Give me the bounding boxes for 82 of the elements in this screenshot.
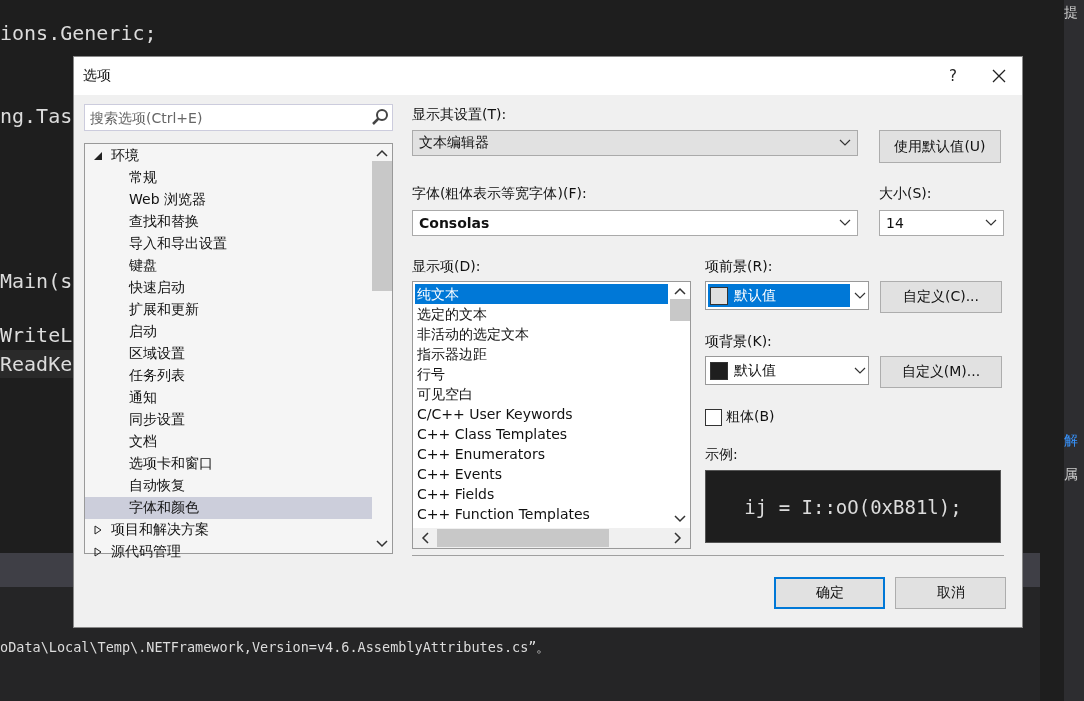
tree-item[interactable]: 通知: [85, 387, 372, 409]
tree-item[interactable]: 源代码管理: [85, 541, 372, 563]
field-label: 项前景(R):: [705, 258, 774, 276]
code-line: WriteL: [0, 322, 74, 349]
size-dropdown[interactable]: 14: [879, 210, 1004, 236]
tree-item[interactable]: 导入和导出设置: [85, 233, 372, 255]
tree-item[interactable]: 常规: [85, 167, 372, 189]
help-button[interactable]: ?: [930, 57, 976, 95]
chevron-down-icon: [376, 540, 388, 548]
scrollbar-thumb[interactable]: [372, 161, 392, 291]
list-item[interactable]: 选定的文本: [415, 304, 668, 324]
list-item[interactable]: C/C++ User Keywords: [415, 404, 668, 424]
list-item[interactable]: 行号: [415, 364, 668, 384]
chevron-up-icon: [674, 287, 686, 295]
tree-item[interactable]: 字体和颜色: [85, 497, 372, 519]
sample-preview: ij = I::oO(0xB81l);: [705, 470, 1001, 543]
close-icon: [992, 69, 1006, 83]
chevron-down-icon: [674, 515, 686, 523]
tree-item[interactable]: 快速启动: [85, 277, 372, 299]
chevron-down-icon: [854, 291, 866, 300]
dialog-button[interactable]: 取消: [895, 577, 1006, 609]
use-defaults-button[interactable]: 使用默认值(U): [879, 130, 1001, 163]
settings-dropdown[interactable]: 文本编辑器: [412, 130, 858, 156]
list-item[interactable]: 非活动的选定文本: [415, 324, 668, 344]
expanded-triangle-icon: [93, 151, 103, 161]
code-line: ions.Generic;: [0, 20, 158, 47]
search-icon: [371, 108, 389, 126]
customize-button[interactable]: 自定义(C)...: [880, 281, 1002, 313]
customize-button[interactable]: 自定义(M)...: [880, 356, 1002, 388]
chevron-left-icon: [421, 532, 429, 544]
list-item[interactable]: C++ Function Templates: [415, 504, 668, 524]
code-line: ng.Tas: [0, 103, 74, 130]
list-item[interactable]: C++ Fields: [415, 484, 668, 504]
field-label: 大小(S):: [879, 185, 933, 203]
scrollbar[interactable]: [413, 528, 690, 548]
tree-item[interactable]: 扩展和更新: [85, 299, 372, 321]
tree-item[interactable]: 自动恢复: [85, 475, 372, 497]
field-label: 显示其设置(T):: [412, 106, 508, 124]
checkbox[interactable]: [705, 408, 722, 426]
field-label: 字体(粗体表示等宽字体)(F):: [412, 185, 588, 203]
checkbox-label: 粗体(B): [726, 408, 775, 426]
tree-item[interactable]: 区域设置: [85, 343, 372, 365]
list-item[interactable]: 指示器边距: [415, 344, 668, 364]
chevron-up-icon: [376, 149, 388, 157]
tree-item[interactable]: 文档: [85, 431, 372, 453]
scrollbar-thumb[interactable]: [437, 529, 609, 547]
tree-item[interactable]: 环境: [85, 145, 372, 167]
window-title: 选项: [83, 67, 112, 85]
collapsed-triangle-icon: [93, 525, 103, 535]
collapsed-triangle-icon: [93, 547, 103, 557]
tree-item[interactable]: 查找和替换: [85, 211, 372, 233]
tree-item[interactable]: 同步设置: [85, 409, 372, 431]
tree-item[interactable]: Web 浏览器: [85, 189, 372, 211]
color-dropdown[interactable]: 默认值: [705, 281, 869, 310]
list-item[interactable]: 纯文本: [415, 284, 668, 304]
search-field[interactable]: 搜索选项(Ctrl+E): [84, 104, 393, 131]
list-item[interactable]: C++ Enumerators: [415, 444, 668, 464]
dialog-button[interactable]: 确定: [774, 577, 885, 609]
scrollbar-thumb[interactable]: [670, 299, 690, 321]
tree-item[interactable]: 启动: [85, 321, 372, 343]
tree-item[interactable]: 项目和解决方案: [85, 519, 372, 541]
field-label: 示例:: [705, 446, 739, 464]
tree-item[interactable]: 任务列表: [85, 365, 372, 387]
chevron-down-icon: [839, 219, 851, 227]
tree-item[interactable]: 选项卡和窗口: [85, 453, 372, 475]
chevron-down-icon: [839, 139, 851, 147]
color-dropdown[interactable]: 默认值: [705, 356, 869, 385]
field-label: 项背景(K):: [705, 333, 773, 351]
chevron-down-icon: [854, 366, 866, 375]
chevron-down-icon: [985, 219, 997, 227]
panel-tab[interactable]: 解: [1064, 432, 1078, 450]
field-label: 显示项(D):: [412, 258, 482, 276]
list-item[interactable]: C++ Events: [415, 464, 668, 484]
font-dropdown[interactable]: Consolas: [412, 210, 858, 236]
panel-tab[interactable]: 属: [1064, 466, 1078, 484]
code-line: Main(s: [0, 268, 74, 295]
list-item[interactable]: 可见空白: [415, 384, 668, 404]
output-line: oData\Local\Temp\.NETFramework,Version=v4.6.AssemblyAttributes.cs”。: [0, 639, 552, 657]
chevron-right-icon: [674, 532, 682, 544]
list-item[interactable]: C++ Class Templates: [415, 424, 668, 444]
tree-item[interactable]: 键盘: [85, 255, 372, 277]
panel-tab[interactable]: 提: [1064, 4, 1078, 22]
